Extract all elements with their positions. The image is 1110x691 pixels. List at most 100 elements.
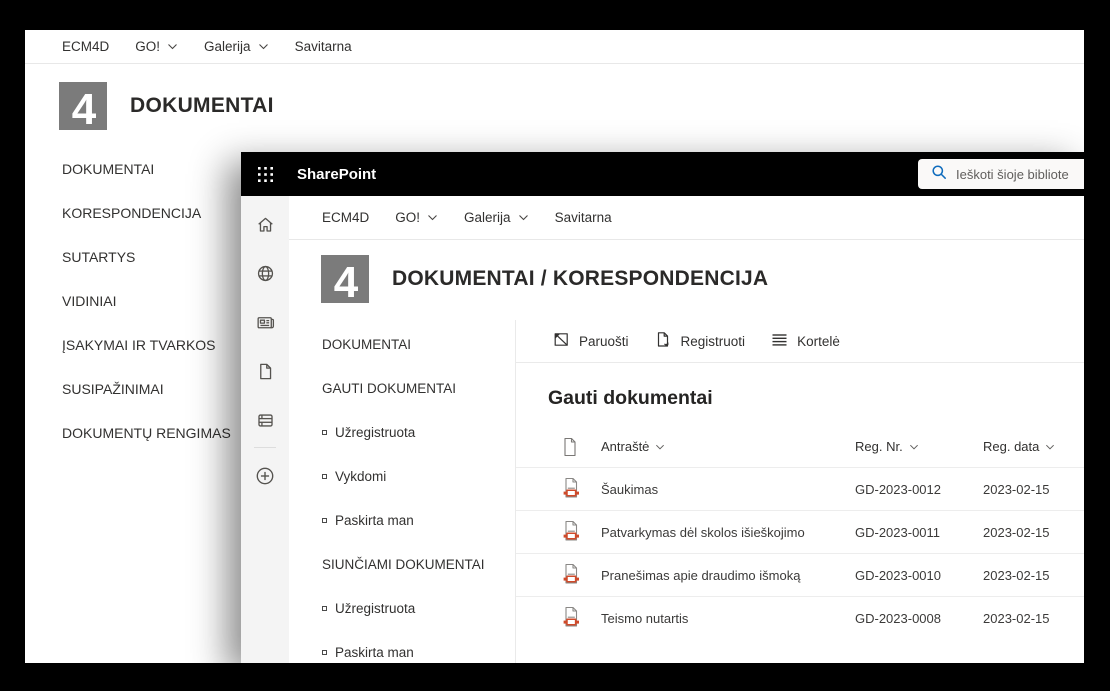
cell-reg-data: 2023-02-15	[983, 525, 1084, 540]
column-label: Antraštė	[601, 439, 649, 454]
ecm4d-logo[interactable]: 4	[59, 82, 107, 130]
fg-nav-ecm4d[interactable]: ECM4D	[322, 210, 369, 225]
register-page-icon	[655, 331, 672, 351]
news-icon[interactable]	[241, 298, 289, 347]
chevron-down-icon	[167, 41, 178, 52]
leftnav-uzregistruota-gauti[interactable]: Užregistruota	[289, 410, 515, 454]
cell-reg-data: 2023-02-15	[983, 482, 1084, 497]
fg-left-nav: DOKUMENTAI GAUTI DOKUMENTAI Užregistruot…	[289, 320, 516, 663]
file-type-column-icon[interactable]	[562, 437, 601, 457]
cell-reg-nr: GD-2023-0011	[855, 525, 983, 540]
app-launcher-waffle-icon[interactable]	[241, 152, 289, 196]
search-input[interactable]	[956, 167, 1084, 182]
kortele-button[interactable]: Kortelė	[771, 331, 840, 351]
table-row[interactable]: Šaukimas GD-2023-0012 2023-02-15	[516, 467, 1084, 510]
bg-nav-ecm4d[interactable]: ECM4D	[62, 39, 109, 54]
leftnav-paskirta-man-gauti[interactable]: Paskirta man	[289, 498, 515, 542]
library-search-box[interactable]	[918, 159, 1084, 189]
cell-reg-data: 2023-02-15	[983, 611, 1084, 626]
nav-label: Galerija	[464, 210, 511, 225]
cell-antraste[interactable]: Teismo nutartis	[601, 611, 855, 626]
leftnav-gauti-dokumentai[interactable]: GAUTI DOKUMENTAI	[289, 366, 515, 410]
fg-nav-savitarna[interactable]: Savitarna	[555, 210, 612, 225]
fg-nav-galerija[interactable]: Galerija	[464, 210, 529, 225]
prepare-page-icon	[553, 331, 570, 351]
nav-label: Galerija	[204, 39, 251, 54]
document-file-icon	[562, 563, 601, 588]
registruoti-button[interactable]: Registruoti	[655, 331, 746, 351]
nav-label: ECM4D	[322, 210, 369, 225]
column-reg-nr[interactable]: Reg. Nr.	[855, 439, 983, 454]
cell-antraste[interactable]: Patvarkymas dėl skolos išieškojimo	[601, 525, 855, 540]
square-bullet-icon	[322, 474, 327, 479]
table-row[interactable]: Pranešimas apie draudimo išmoką GD-2023-…	[516, 553, 1084, 596]
square-bullet-icon	[322, 650, 327, 655]
screen-frame: ECM4D GO! Galerija Savitarna 4 DOKUMENTA…	[0, 0, 1110, 691]
nav-label: ECM4D	[62, 39, 109, 54]
nav-label: Savitarna	[555, 210, 612, 225]
suite-bar: SharePoint	[241, 152, 1084, 196]
leftnav-label: Užregistruota	[335, 425, 415, 440]
column-antraste[interactable]: Antraštė	[601, 439, 855, 454]
home-icon[interactable]	[241, 200, 289, 249]
cell-antraste[interactable]: Pranešimas apie draudimo išmoką	[601, 568, 855, 583]
leftnav-paskirta-man-siunciami[interactable]: Paskirta man	[289, 630, 515, 663]
cell-reg-nr: GD-2023-0008	[855, 611, 983, 626]
globe-icon[interactable]	[241, 249, 289, 298]
sort-chevron-icon	[655, 442, 665, 452]
nav-label: GO!	[395, 210, 420, 225]
bg-site-header: 4 DOKUMENTAI	[25, 64, 1084, 146]
document-list-pane: Paruošti Registruot	[516, 320, 1084, 663]
document-file-icon	[562, 477, 601, 502]
table-row[interactable]: Patvarkymas dėl skolos išieškojimo GD-20…	[516, 510, 1084, 553]
leftnav-uzregistruota-siunciami[interactable]: Užregistruota	[289, 586, 515, 630]
toolbar-label: Paruošti	[579, 334, 629, 349]
toolbar-label: Kortelė	[797, 334, 840, 349]
bg-nav-galerija[interactable]: Galerija	[204, 39, 269, 54]
document-file-icon	[562, 520, 601, 545]
bg-nav-savitarna[interactable]: Savitarna	[295, 39, 352, 54]
table-row[interactable]: Teismo nutartis GD-2023-0008 2023-02-15	[516, 596, 1084, 639]
chevron-down-icon	[258, 41, 269, 52]
document-file-icon	[562, 606, 601, 631]
leftnav-dokumentai[interactable]: DOKUMENTAI	[289, 322, 515, 366]
toolbar-label: Registruoti	[681, 334, 746, 349]
add-circle-icon[interactable]	[241, 451, 289, 500]
chevron-down-icon	[518, 212, 529, 223]
leftnav-label: Paskirta man	[335, 513, 414, 528]
fg-page-title: DOKUMENTAI / KORESPONDENCIJA	[392, 267, 768, 291]
bg-nav-go[interactable]: GO!	[135, 39, 178, 54]
column-label: Reg. data	[983, 439, 1039, 454]
cell-reg-nr: GD-2023-0012	[855, 482, 983, 497]
square-bullet-icon	[322, 430, 327, 435]
card-lines-icon	[771, 331, 788, 351]
fg-nav-go[interactable]: GO!	[395, 210, 438, 225]
search-icon	[931, 164, 947, 185]
leftnav-vykdomi[interactable]: Vykdomi	[289, 454, 515, 498]
cell-reg-nr: GD-2023-0010	[855, 568, 983, 583]
sort-chevron-icon	[909, 442, 919, 452]
cell-reg-data: 2023-02-15	[983, 568, 1084, 583]
column-reg-data[interactable]: Reg. data	[983, 439, 1084, 454]
paruosti-button[interactable]: Paruošti	[553, 331, 629, 351]
sort-chevron-icon	[1045, 442, 1055, 452]
leftnav-siunciami-dokumentai[interactable]: SIUNČIAMI DOKUMENTAI	[289, 542, 515, 586]
ecm4d-logo[interactable]: 4	[321, 255, 369, 303]
rail-divider	[254, 447, 276, 448]
list-heading: Gauti dokumentai	[516, 363, 1084, 426]
square-bullet-icon	[322, 518, 327, 523]
column-label: Reg. Nr.	[855, 439, 903, 454]
nav-label: Savitarna	[295, 39, 352, 54]
leftnav-label: Užregistruota	[335, 601, 415, 616]
nav-label: GO!	[135, 39, 160, 54]
chevron-down-icon	[427, 212, 438, 223]
library-icon[interactable]	[241, 396, 289, 445]
left-icon-rail	[241, 196, 289, 663]
sharepoint-window: SharePoint	[241, 152, 1084, 663]
table-header-row: Antraštė Reg. Nr. Reg. data	[516, 426, 1084, 467]
document-icon[interactable]	[241, 347, 289, 396]
cell-antraste[interactable]: Šaukimas	[601, 482, 855, 497]
fg-site-header: 4 DOKUMENTAI / KORESPONDENCIJA	[289, 240, 1084, 320]
suite-app-name[interactable]: SharePoint	[297, 166, 376, 183]
bg-page-title: DOKUMENTAI	[130, 94, 274, 118]
